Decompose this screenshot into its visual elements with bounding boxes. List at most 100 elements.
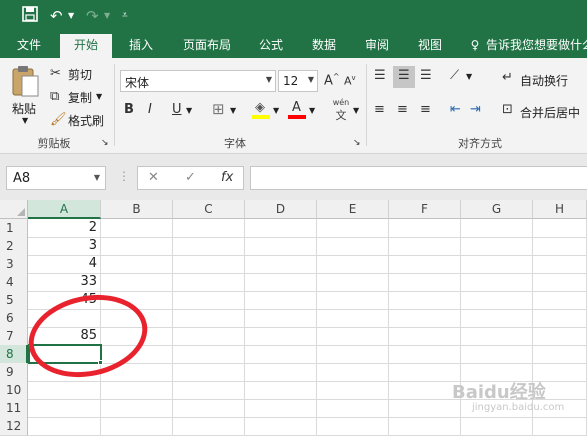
merge-center-icon[interactable]: ⊡ — [502, 102, 513, 117]
cell[interactable] — [389, 237, 461, 256]
paste-button[interactable]: 粘贴 — [12, 100, 36, 117]
cell[interactable] — [461, 327, 533, 346]
cell[interactable] — [461, 417, 533, 436]
cell[interactable]: 4 — [28, 255, 101, 274]
cell[interactable] — [461, 219, 533, 238]
wrap-text-icon[interactable]: ↵ — [502, 70, 513, 85]
cell[interactable] — [317, 237, 389, 256]
cell[interactable] — [533, 309, 587, 328]
cell[interactable] — [461, 273, 533, 292]
cell[interactable] — [389, 399, 461, 418]
scissors-icon[interactable]: ✂ — [50, 66, 61, 81]
paste-icon[interactable] — [10, 64, 40, 98]
cell[interactable] — [533, 273, 587, 292]
row-header[interactable]: 4 — [0, 273, 28, 292]
cell[interactable] — [317, 219, 389, 238]
row-header[interactable]: 12 — [0, 417, 28, 436]
cancel-icon[interactable]: ✕ — [148, 170, 159, 185]
enter-icon[interactable]: ✓ — [185, 170, 196, 185]
cell[interactable] — [461, 237, 533, 256]
cell[interactable] — [317, 345, 389, 364]
cell[interactable] — [317, 417, 389, 436]
merge-center-button[interactable]: 合并后居中 — [520, 104, 580, 121]
cell[interactable] — [101, 219, 173, 238]
paste-dropdown-icon[interactable]: ▼ — [22, 116, 28, 125]
align-middle-icon[interactable]: ☰ — [393, 66, 415, 88]
tab-review[interactable]: 审阅 — [354, 32, 400, 58]
cell[interactable] — [245, 327, 317, 346]
cell[interactable] — [173, 399, 245, 418]
cell[interactable] — [533, 345, 587, 364]
cell[interactable] — [317, 363, 389, 382]
cell[interactable] — [245, 255, 317, 274]
cell[interactable] — [389, 381, 461, 400]
row-header[interactable]: 1 — [0, 219, 28, 238]
align-center-icon[interactable]: ≡ — [397, 102, 408, 117]
cell[interactable] — [461, 255, 533, 274]
tab-insert[interactable]: 插入 — [118, 32, 164, 58]
cell[interactable] — [461, 345, 533, 364]
wrap-text-button[interactable]: 自动换行 — [520, 72, 568, 89]
row-header[interactable]: 9 — [0, 363, 28, 382]
cell[interactable] — [173, 273, 245, 292]
cell[interactable]: 33 — [28, 273, 101, 292]
tab-home[interactable]: 开始 — [60, 34, 112, 58]
cell[interactable] — [173, 345, 245, 364]
copy-icon[interactable]: ⧉ — [50, 89, 59, 104]
cell[interactable] — [245, 291, 317, 310]
cell[interactable] — [317, 309, 389, 328]
increase-indent-icon[interactable]: ⇥ — [470, 102, 481, 117]
fill-dropdown-icon[interactable]: ▼ — [273, 106, 279, 115]
cell[interactable] — [389, 291, 461, 310]
cell[interactable] — [245, 417, 317, 436]
fill-color-icon[interactable]: ◈ — [252, 100, 270, 120]
cell[interactable] — [317, 291, 389, 310]
cell[interactable] — [173, 381, 245, 400]
bold-button[interactable]: B — [124, 102, 134, 117]
align-left-icon[interactable]: ≡ — [374, 102, 385, 117]
italic-button[interactable]: I — [148, 102, 152, 117]
row-header[interactable]: 2 — [0, 237, 28, 256]
decrease-font-icon[interactable]: Av — [344, 74, 356, 88]
cell[interactable] — [317, 381, 389, 400]
cell[interactable] — [101, 255, 173, 274]
cell[interactable] — [533, 291, 587, 310]
cell[interactable] — [28, 399, 101, 418]
copy-button[interactable]: 复制 — [68, 89, 92, 106]
column-header-f[interactable]: F — [389, 200, 461, 219]
row-header[interactable]: 8 — [0, 345, 28, 364]
cell[interactable] — [317, 255, 389, 274]
tab-file[interactable]: 文件 — [4, 32, 54, 58]
cell[interactable] — [245, 363, 317, 382]
cell[interactable]: 2 — [28, 219, 101, 238]
cell[interactable] — [389, 255, 461, 274]
cell[interactable] — [173, 219, 245, 238]
phonetic-icon[interactable]: wén 文 — [330, 98, 352, 122]
borders-icon[interactable]: ⊞ — [212, 100, 225, 118]
formula-input[interactable] — [250, 166, 587, 190]
tab-formulas[interactable]: 公式 — [250, 32, 292, 58]
cell[interactable] — [101, 273, 173, 292]
cell[interactable] — [389, 273, 461, 292]
font-color-icon[interactable]: A — [288, 100, 306, 120]
cell[interactable] — [533, 237, 587, 256]
cell[interactable] — [389, 345, 461, 364]
cell[interactable] — [245, 399, 317, 418]
copy-dropdown-icon[interactable]: ▼ — [96, 92, 102, 101]
redo-dropdown-icon[interactable]: ▼ — [104, 6, 110, 26]
font-color-dropdown-icon[interactable]: ▼ — [309, 106, 315, 115]
decrease-indent-icon[interactable]: ⇤ — [450, 102, 461, 117]
phonetic-dropdown-icon[interactable]: ▼ — [353, 106, 359, 115]
insert-function-icon[interactable]: fx — [221, 170, 233, 185]
format-painter-button[interactable]: 格式刷 — [68, 112, 104, 129]
tab-page-layout[interactable]: 页面布局 — [172, 32, 242, 58]
column-header-d[interactable]: D — [245, 200, 317, 219]
cell[interactable] — [533, 417, 587, 436]
redo-icon[interactable]: ↷ — [86, 6, 99, 26]
align-top-icon[interactable]: ☰ — [374, 68, 386, 83]
chevron-down-icon[interactable]: ▼ — [94, 173, 100, 182]
cell[interactable] — [28, 417, 101, 436]
underline-button[interactable]: U — [172, 102, 182, 117]
tab-data[interactable]: 数据 — [302, 32, 346, 58]
cell[interactable] — [101, 399, 173, 418]
